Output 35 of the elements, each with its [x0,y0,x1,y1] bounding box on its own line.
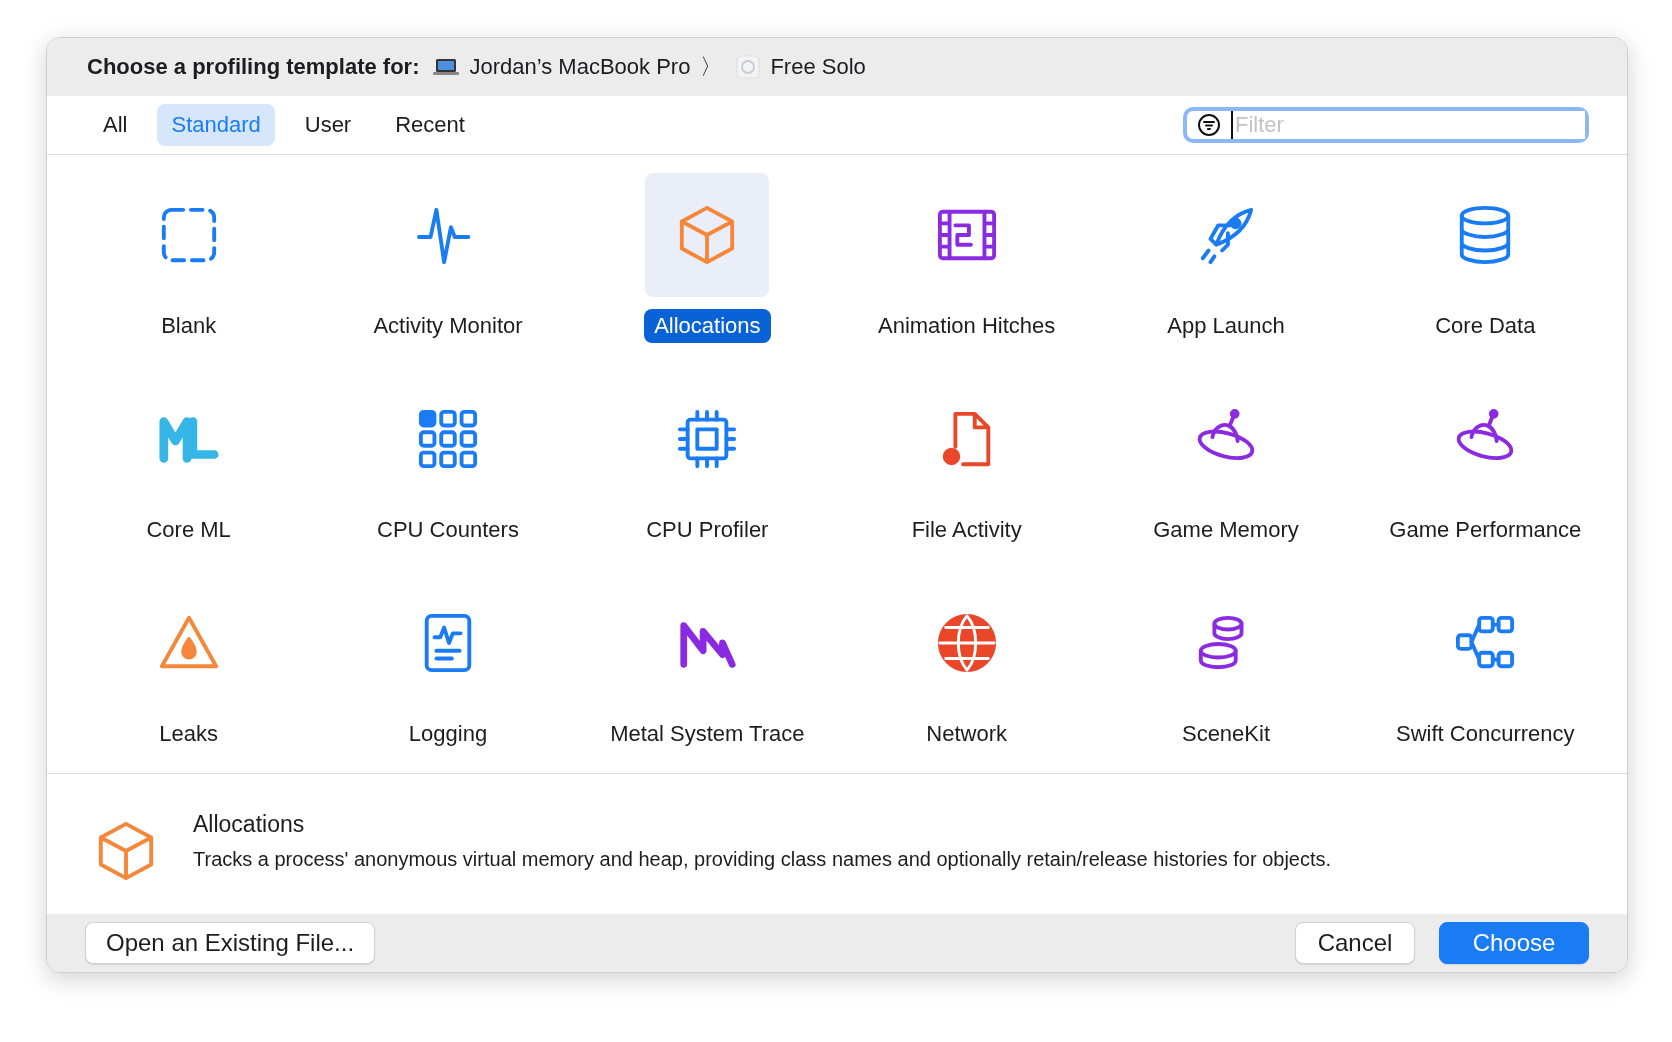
template-label: Network [925,720,1008,748]
template-label: Allocations [644,309,771,343]
open-file-button[interactable]: Open an Existing File... [85,922,376,964]
filter-tab[interactable]: User [290,104,366,146]
template-label: Swift Concurrency [1395,720,1576,748]
dialog-title: Choose a profiling template for: [87,54,420,80]
path-separator: 〉 [700,53,723,81]
choose-button[interactable]: Choose [1439,922,1589,964]
detail-description: Tracks a process' anonymous virtual memory and heap, providing class names and optionally retain/release histories for objects. [193,848,1332,871]
template-label: Core ML [145,516,232,544]
filter-tab[interactable]: All [89,104,142,146]
template-label: Logging [407,720,489,748]
template-label: Activity Monitor [372,312,524,340]
template-label: Game Memory [1152,516,1300,544]
app-name: Free Solo [770,54,866,80]
template-label: Blank [160,312,218,340]
detail-title: Allocations [193,811,306,838]
template-label: App Launch [1166,312,1286,340]
filter-icon [1197,113,1221,137]
template-label: Game Performance [1388,516,1583,544]
cancel-button[interactable]: Cancel [1295,922,1415,964]
app-icon [736,55,761,79]
template-label: Leaks [158,720,219,748]
template-label: Core Data [1434,312,1537,340]
template-label: Metal System Trace [609,720,806,748]
filter-field[interactable]: Filter [1183,107,1589,143]
template-label: CPU Counters [376,516,520,544]
template-tile[interactable] [645,173,770,297]
template-label: Animation Hitches [877,312,1057,340]
template-label: CPU Profiler [645,516,770,544]
template-label: SceneKit [1180,720,1271,748]
filter-tab[interactable]: Recent [381,104,479,146]
device-name: Jordan’s MacBook Pro [469,54,691,80]
template-label: File Activity [910,516,1023,544]
laptop-icon [433,58,460,76]
